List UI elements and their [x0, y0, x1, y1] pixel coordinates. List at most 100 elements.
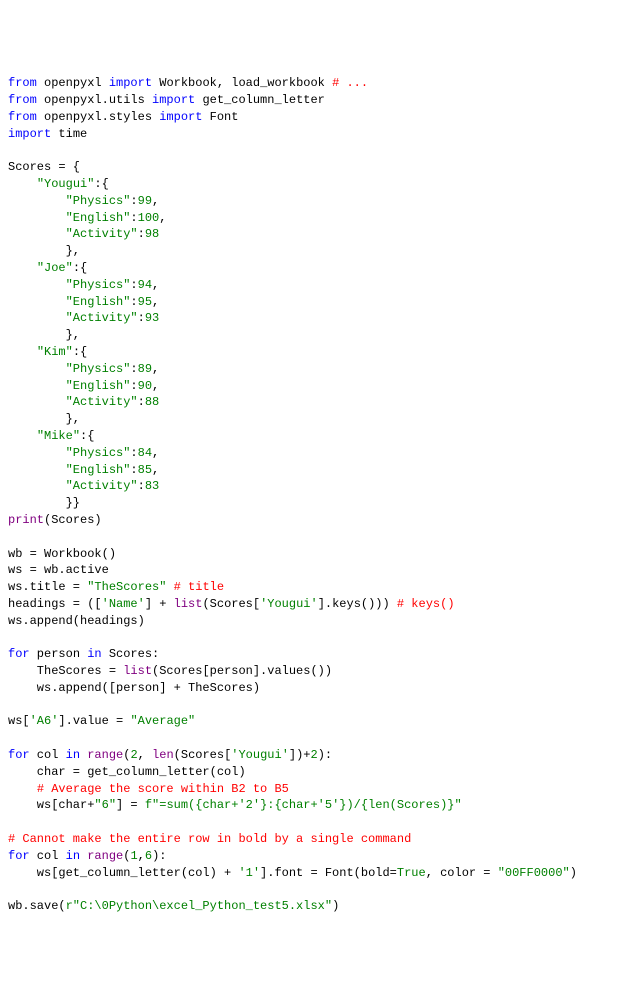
- code-line: "Joe":{: [8, 260, 629, 277]
- code-line: import time: [8, 126, 629, 143]
- code-token: '1': [238, 866, 260, 880]
- code-token: "English": [66, 379, 131, 393]
- code-token: ws[: [8, 714, 30, 728]
- code-token: :: [130, 362, 137, 376]
- code-line: "Activity":93: [8, 310, 629, 327]
- code-token: :{: [73, 261, 87, 275]
- code-token: f"=sum({char+'2'}:{char+'5'})/{len(Score…: [145, 798, 462, 812]
- code-token: },: [8, 412, 80, 426]
- code-line: # Average the score within B2 to B5: [8, 781, 629, 798]
- code-token: [8, 211, 66, 225]
- code-token: ws[get_column_letter(col) +: [8, 866, 238, 880]
- code-token: range: [87, 748, 123, 762]
- code-token: (Scores[: [202, 597, 260, 611]
- code-token: :: [130, 295, 137, 309]
- code-token: (: [123, 849, 130, 863]
- code-token: 1: [130, 849, 137, 863]
- code-line: "English":90,: [8, 378, 629, 395]
- code-token: [8, 194, 66, 208]
- code-token: import: [159, 110, 202, 124]
- code-token: ):: [318, 748, 332, 762]
- code-line: from openpyxl import Workbook, load_work…: [8, 75, 629, 92]
- code-line: for col in range(2, len(Scores['Yougui']…: [8, 747, 629, 764]
- code-block: from openpyxl import Workbook, load_work…: [8, 75, 629, 915]
- code-token: for: [8, 748, 30, 762]
- code-line: }}: [8, 495, 629, 512]
- code-token: ,: [152, 446, 159, 460]
- code-token: :: [130, 463, 137, 477]
- code-token: import: [109, 76, 152, 90]
- code-token: openpyxl: [37, 76, 109, 90]
- code-token: [8, 295, 66, 309]
- code-line: },: [8, 327, 629, 344]
- code-token: [8, 177, 37, 191]
- code-token: 2: [311, 748, 318, 762]
- code-line: [8, 730, 629, 747]
- code-token: "English": [66, 463, 131, 477]
- code-token: ,: [152, 295, 159, 309]
- code-token: wb.save(: [8, 899, 66, 913]
- code-line: ws[get_column_letter(col) + '1'].font = …: [8, 865, 629, 882]
- code-token: [8, 362, 66, 376]
- code-token: :: [130, 379, 137, 393]
- code-token: openpyxl.utils: [37, 93, 152, 107]
- code-token: person: [30, 647, 88, 661]
- code-token: ): [570, 866, 577, 880]
- code-token: "6": [94, 798, 116, 812]
- code-line: "Mike":{: [8, 428, 629, 445]
- code-token: list: [123, 664, 152, 678]
- code-token: ] =: [116, 798, 145, 812]
- code-line: [8, 529, 629, 546]
- code-line: wb.save(r"C:\0Python\excel_Python_test5.…: [8, 898, 629, 915]
- code-token: ] +: [145, 597, 174, 611]
- code-token: Font: [202, 110, 238, 124]
- code-line: "Activity":83: [8, 478, 629, 495]
- code-token: headings = ([: [8, 597, 102, 611]
- code-token: "00FF0000": [498, 866, 570, 880]
- code-token: in: [87, 647, 101, 661]
- code-line: "Yougui":{: [8, 176, 629, 193]
- code-token: ws.title =: [8, 580, 87, 594]
- code-token: 93: [145, 311, 159, 325]
- code-token: 'Name': [102, 597, 145, 611]
- code-token: list: [174, 597, 203, 611]
- code-line: char = get_column_letter(col): [8, 764, 629, 781]
- code-token: ws[char+: [8, 798, 94, 812]
- code-token: :: [138, 395, 145, 409]
- code-token: get_column_letter: [195, 93, 325, 107]
- code-token: # ...: [332, 76, 368, 90]
- code-token: ws = wb.active: [8, 563, 109, 577]
- code-token: :{: [73, 345, 87, 359]
- code-line: "Physics":84,: [8, 445, 629, 462]
- code-token: [8, 446, 66, 460]
- code-token: "TheScores": [87, 580, 166, 594]
- code-token: [8, 479, 66, 493]
- code-token: # keys(): [397, 597, 455, 611]
- code-token: 84: [138, 446, 152, 460]
- code-line: Scores = {: [8, 159, 629, 176]
- code-token: (Scores): [44, 513, 102, 527]
- code-token: [8, 261, 37, 275]
- code-token: 98: [145, 227, 159, 241]
- code-token: import: [8, 127, 51, 141]
- code-token: :: [138, 227, 145, 241]
- code-token: [166, 580, 173, 594]
- code-token: :: [130, 278, 137, 292]
- code-token: range: [87, 849, 123, 863]
- code-line: ws.append([person] + TheScores): [8, 680, 629, 697]
- code-token: "Yougui": [37, 177, 95, 191]
- code-token: ,: [159, 211, 166, 225]
- code-token: "Activity": [66, 227, 138, 241]
- code-token: 2: [130, 748, 137, 762]
- code-line: ws = wb.active: [8, 562, 629, 579]
- code-token: "English": [66, 211, 131, 225]
- code-token: [8, 227, 66, 241]
- code-token: "English": [66, 295, 131, 309]
- code-line: "Physics":99,: [8, 193, 629, 210]
- code-token: True: [397, 866, 426, 880]
- code-token: TheScores =: [8, 664, 123, 678]
- code-token: ].value =: [58, 714, 130, 728]
- code-token: :: [130, 446, 137, 460]
- code-token: ,: [152, 362, 159, 376]
- code-token: openpyxl.styles: [37, 110, 159, 124]
